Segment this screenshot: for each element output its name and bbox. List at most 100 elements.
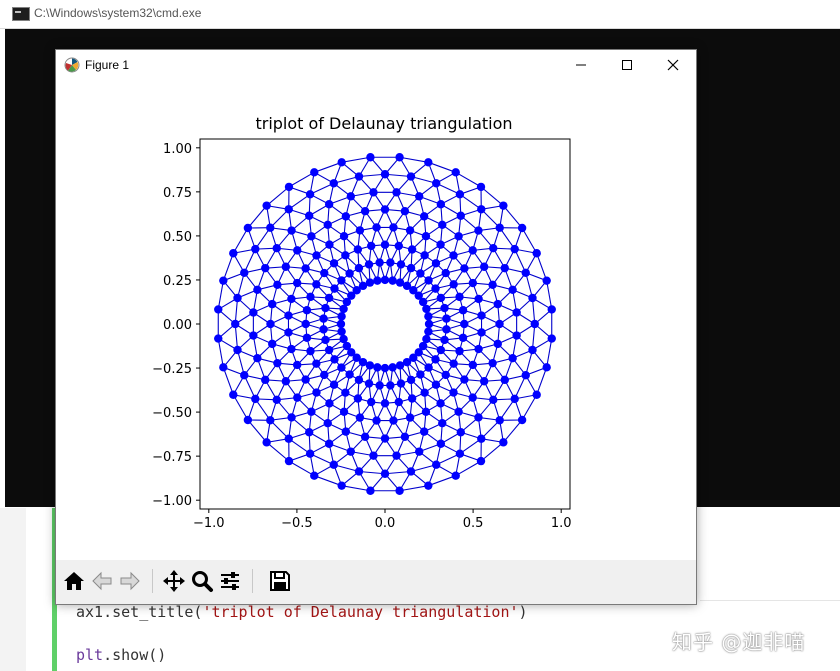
code-call: ax1.set_title(	[76, 603, 203, 621]
figure-window: Figure 1 −1.0 −0.5 0.0 0.5 1.0 −1.00 −0.75 −0.…	[55, 49, 697, 605]
maximize-button[interactable]	[604, 50, 650, 80]
mesh-point	[337, 327, 346, 336]
mesh-point	[438, 220, 447, 230]
triangulation-edge	[536, 253, 548, 281]
zoom-icon	[192, 571, 213, 592]
mesh-point	[231, 319, 240, 329]
matplotlib-icon	[64, 57, 80, 73]
mesh-point	[321, 335, 330, 345]
triangulation-edge	[288, 171, 315, 188]
mesh-point	[261, 263, 270, 273]
triangulation-edge	[399, 485, 429, 492]
editor-gutter	[0, 508, 26, 671]
mesh-point	[510, 244, 519, 254]
mesh-point	[460, 375, 469, 384]
mesh-point	[345, 269, 354, 278]
mesh-point	[419, 212, 429, 221]
y-tick-label: 1.00	[163, 142, 192, 157]
mesh-point	[287, 226, 296, 235]
triangulation-edge	[536, 367, 548, 395]
mesh-point	[424, 158, 433, 167]
mesh-point	[479, 262, 489, 271]
mesh-point	[499, 438, 508, 447]
mesh-point	[329, 179, 338, 188]
minimize-button[interactable]	[558, 50, 604, 80]
mesh-point	[305, 428, 314, 437]
mesh-point	[345, 370, 354, 379]
mesh-point	[424, 481, 433, 490]
mesh-point	[407, 245, 417, 254]
mesh-point	[477, 328, 486, 337]
code-call: .show()	[103, 646, 167, 664]
mesh-point	[366, 486, 375, 495]
mesh-point	[330, 284, 339, 293]
mesh-point	[380, 363, 390, 373]
mesh-point	[305, 211, 314, 220]
figure-titlebar[interactable]: Figure 1	[56, 50, 696, 80]
mesh-point	[500, 263, 509, 273]
triangulation-edge	[455, 460, 482, 477]
mesh-point	[489, 244, 498, 253]
home-button[interactable]	[60, 567, 88, 595]
y-tick-label: 0.00	[163, 318, 192, 333]
mesh-point	[532, 249, 541, 258]
triangulation-edge	[546, 338, 553, 368]
forward-button[interactable]	[116, 567, 144, 595]
mesh-point	[253, 285, 262, 294]
mesh-point	[339, 407, 349, 417]
mesh-point	[389, 223, 398, 232]
navigation-toolbar	[56, 560, 696, 604]
mesh-point	[233, 345, 242, 355]
close-icon	[667, 59, 679, 71]
mesh-point	[266, 223, 275, 232]
mesh-point	[456, 211, 465, 220]
code-paren: )	[518, 603, 528, 621]
mesh-point	[532, 390, 541, 399]
triangulation-edge	[502, 419, 523, 443]
mesh-point	[395, 278, 405, 287]
console-title: C:\Windows\system32\cmd.exe	[34, 6, 202, 20]
mesh-point	[455, 292, 464, 302]
mesh-point	[493, 339, 502, 349]
mesh-point	[406, 375, 416, 385]
mesh-point	[341, 251, 350, 260]
mesh-point	[310, 471, 319, 480]
mesh-point	[341, 212, 351, 221]
y-tick-label: 0.25	[163, 274, 192, 289]
mesh-point	[474, 226, 483, 235]
pan-button[interactable]	[160, 567, 188, 595]
mesh-point	[528, 345, 537, 355]
triangulation-edge	[521, 394, 538, 421]
mesh-point	[442, 314, 451, 323]
triangulation-edge	[502, 205, 523, 229]
mesh-point	[284, 434, 293, 443]
mesh-point	[474, 344, 483, 354]
mesh-point	[329, 460, 338, 469]
home-icon	[64, 572, 84, 590]
zoom-button[interactable]	[188, 567, 216, 595]
mesh-point	[380, 399, 390, 408]
y-tick-label: 0.50	[163, 230, 192, 245]
mesh-point	[266, 319, 275, 329]
configure-subplots-button[interactable]	[216, 567, 244, 595]
figure-canvas[interactable]: −1.0 −0.5 0.0 0.5 1.0 −1.00 −0.75 −0.50 −0.25 0.…	[56, 80, 696, 560]
x-tick-label: 0.0	[375, 516, 396, 531]
close-button[interactable]	[650, 50, 696, 80]
maximize-icon	[622, 60, 632, 70]
mesh-point	[500, 375, 509, 385]
save-button[interactable]	[266, 567, 294, 595]
back-button[interactable]	[88, 567, 116, 595]
mesh-point	[287, 413, 296, 422]
mesh-point	[337, 276, 346, 285]
mesh-point	[268, 339, 277, 349]
mesh-point	[312, 251, 321, 260]
mesh-point	[458, 333, 468, 342]
mesh-point	[354, 467, 364, 476]
mesh-point	[528, 293, 537, 303]
console-titlebar: C:\Windows\system32\cmd.exe	[0, 0, 840, 29]
mesh-point	[422, 334, 431, 344]
mesh-point	[380, 205, 390, 214]
mesh-point	[305, 449, 315, 458]
mesh-point	[440, 303, 449, 313]
mesh-point	[287, 294, 296, 304]
